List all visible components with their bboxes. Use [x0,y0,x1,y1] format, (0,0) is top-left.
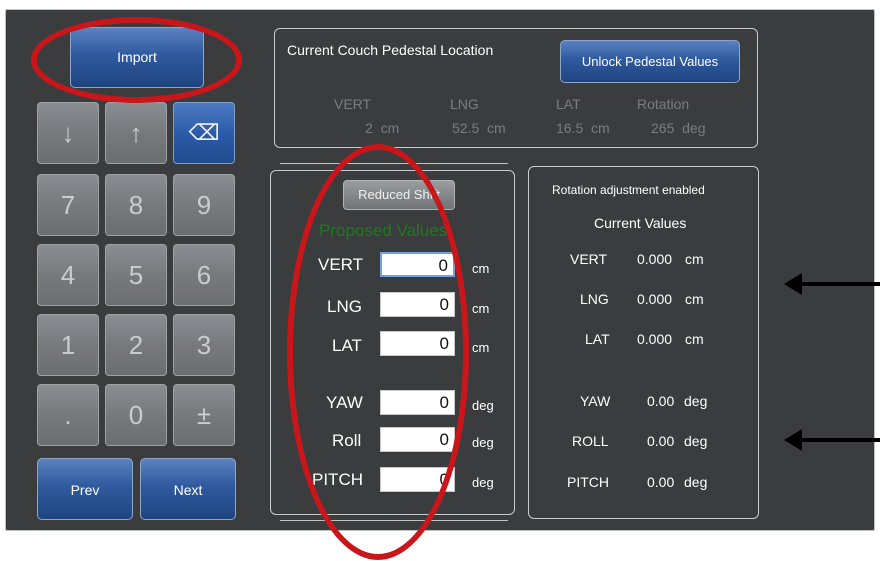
key-9[interactable]: 9 [173,174,235,236]
pedestal-value-lat: 16.5 cm [556,120,610,136]
current-label-pitch: PITCH [567,474,609,490]
current-value-vert: 0.000 [637,251,673,267]
current-label-lat: LAT [585,331,610,347]
proposed-unit-roll: deg [472,435,494,450]
proposed-unit-pitch: deg [472,475,494,490]
current-value-yaw: 0.00 [647,393,675,409]
next-button[interactable]: Next [140,458,236,520]
pedestal-header-lng: LNG [450,96,479,112]
proposed-unit-vert: cm [472,261,490,276]
key-2[interactable]: 2 [105,314,167,376]
current-unit-pitch: deg [684,474,708,490]
current-value-roll: 0.00 [647,433,675,449]
pedestal-value-rotation: 265 deg [651,120,706,136]
decimal-key[interactable]: . [37,384,99,446]
proposed-values-highlight-ring [287,144,469,560]
backspace-key[interactable]: ⌫ [173,102,235,164]
arrow-down-key[interactable]: ↓ [37,102,99,164]
key-1[interactable]: 1 [37,314,99,376]
key-5[interactable]: 5 [105,244,167,306]
current-value-lat: 0.000 [637,331,673,347]
current-label-lng: LNG [580,291,609,307]
pedestal-header-lat: LAT [556,96,581,112]
unlock-pedestal-button[interactable]: Unlock Pedestal Values [560,40,740,83]
current-value-pitch: 0.00 [647,474,675,490]
import-highlight-ring [31,17,242,103]
key-3[interactable]: 3 [173,314,235,376]
current-value-lng: 0.000 [637,291,673,307]
current-label-yaw: YAW [580,393,611,409]
key-6[interactable]: 6 [173,244,235,306]
current-values-arrow-bottom [784,429,880,451]
current-unit-roll: deg [684,433,708,449]
proposed-unit-lng: cm [472,301,490,316]
current-label-vert: VERT [570,251,608,267]
current-unit-yaw: deg [684,393,708,409]
rotation-adjustment-notice: Rotation adjustment enabled [552,183,705,197]
current-values-title: Current Values [594,215,687,231]
prev-button[interactable]: Prev [37,458,133,520]
proposed-unit-yaw: deg [472,398,494,413]
current-values-arrow-top [784,273,880,295]
arrow-up-key[interactable]: ↑ [105,102,167,164]
key-7[interactable]: 7 [37,174,99,236]
plus-minus-key[interactable]: ± [173,384,235,446]
pedestal-header-vert: VERT [334,96,372,112]
pedestal-header-rotation: Rotation [637,96,690,112]
key-8[interactable]: 8 [105,174,167,236]
current-unit-lat: cm [685,331,704,347]
current-label-roll: ROLL [572,433,609,449]
pedestal-title: Current Couch Pedestal Location [287,42,494,58]
key-0[interactable]: 0 [105,384,167,446]
key-4[interactable]: 4 [37,244,99,306]
pedestal-value-lng: 52.5 cm [452,120,506,136]
proposed-unit-lat: cm [472,340,490,355]
current-unit-lng: cm [685,291,704,307]
current-unit-vert: cm [685,251,704,267]
pedestal-value-vert: 2 cm [365,120,400,136]
